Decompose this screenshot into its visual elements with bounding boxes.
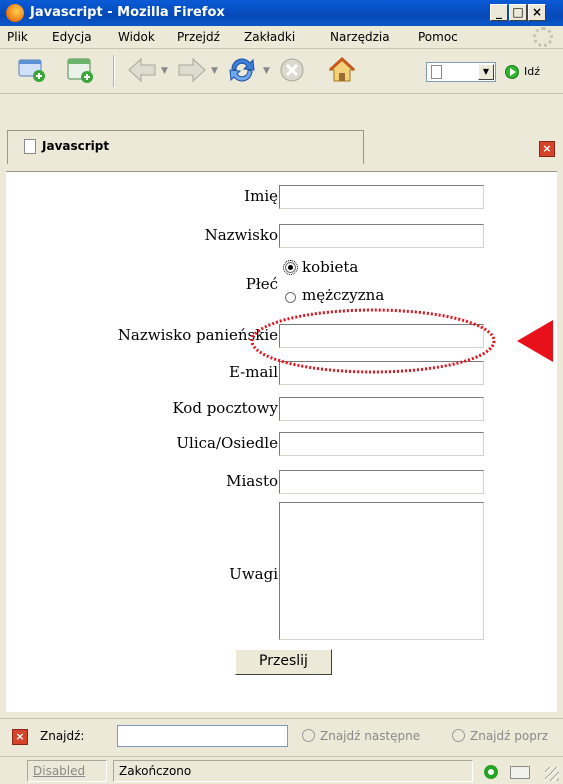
back-dropdown-icon[interactable]: ▼ [161,66,169,76]
find-input[interactable] [117,725,288,747]
close-tab-icon[interactable]: × [539,141,555,157]
annotation-ellipse [250,308,496,374]
back-icon[interactable] [126,55,158,85]
status-text: Zakończono [113,760,473,782]
last-name-input[interactable] [279,224,484,248]
label-first-name: Imię [244,187,278,205]
find-prev-icon [452,729,465,742]
street-input[interactable] [279,432,484,456]
throbber-icon [533,27,553,47]
submit-button[interactable]: Przeslij [235,649,332,675]
firefox-icon [6,4,24,22]
menu-narzedzia[interactable]: Narzędzia [330,30,390,44]
maximize-button[interactable]: □ [509,4,527,21]
home-icon[interactable] [326,55,358,85]
label-city: Miasto [226,472,278,490]
find-close-icon[interactable]: × [12,729,28,745]
window-title: Javascript - Mozilla Firefox [30,5,225,20]
radio-mezczyzna[interactable] [285,292,296,303]
address-bar[interactable]: ▼ [426,62,496,82]
new-window-icon[interactable] [16,55,48,85]
stop-icon[interactable] [276,55,308,85]
close-window-button[interactable]: × [528,4,546,21]
find-label: Znajdź: [40,729,85,743]
find-prev-button[interactable]: Znajdź poprz [470,729,548,743]
tab-strip: Javascript [0,94,563,170]
menu-zakladki[interactable]: Zakładki [244,30,295,44]
menu-przejdz[interactable]: Przejdź [177,30,220,44]
new-tab-icon[interactable] [64,55,96,85]
notes-textarea[interactable] [279,502,484,640]
find-bar: × Znajdź: Znajdź następne Znajdź poprz [0,718,563,755]
tab-page-icon [24,139,36,154]
tab-label: Javascript [42,139,110,153]
menu-pomoc[interactable]: Pomoc [418,30,458,44]
first-name-input[interactable] [279,185,484,209]
reload-dropdown-icon[interactable]: ▼ [263,66,271,76]
address-dropdown-icon[interactable]: ▼ [478,64,494,80]
radio-kobieta[interactable] [283,260,298,275]
resize-grip[interactable] [545,767,559,781]
reload-icon[interactable] [226,55,258,85]
forward-icon[interactable] [176,55,208,85]
navigation-toolbar: ▼ ▼ ▼ ▼ Idź [0,49,563,94]
menu-edycja[interactable]: Edycja [52,30,92,44]
find-next-icon [302,729,315,742]
postal-code-input[interactable] [279,397,484,421]
toolbar-separator [113,55,114,87]
menu-plik[interactable]: Plik [7,30,28,44]
annotation-arrow [517,320,553,362]
menu-widok[interactable]: Widok [118,30,155,44]
page-icon [431,65,442,79]
label-postal-code: Kod pocztowy [172,399,278,417]
tab-javascript[interactable]: Javascript [7,130,364,164]
label-street: Ulica/Osiedle [176,434,278,452]
mail-icon[interactable] [510,766,530,779]
minimize-button[interactable]: _ [490,4,508,21]
menu-bar: Plik Edycja Widok Przejdź Zakładki Narzę… [0,26,563,49]
label-kobieta: kobieta [302,258,359,276]
go-button-label[interactable]: Idź [524,65,540,78]
label-notes: Uwagi [229,565,278,583]
forward-dropdown-icon[interactable]: ▼ [211,66,219,76]
label-mezczyzna: mężczyzna [302,286,385,304]
find-next-button[interactable]: Znajdź następne [320,729,420,743]
label-last-name: Nazwisko [204,226,278,244]
label-gender: Płeć [245,275,278,293]
status-ok-icon [484,765,498,779]
go-icon[interactable] [505,65,519,79]
status-bar: Disabled Zakończono [0,756,563,784]
browser-window: Javascript - Mozilla Firefox _ □ × Plik … [0,0,563,784]
title-bar: Javascript - Mozilla Firefox _ □ × [0,0,563,26]
city-input[interactable] [279,470,484,494]
page-content: Imię Nazwisko Płeć kobieta mężczyzna Naz… [6,171,557,712]
status-disabled[interactable]: Disabled [27,760,107,782]
